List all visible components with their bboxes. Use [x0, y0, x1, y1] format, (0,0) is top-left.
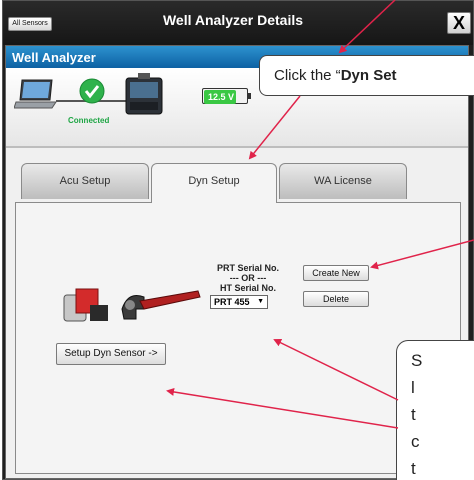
create-new-button[interactable]: Create New [303, 265, 369, 281]
callout-right-line: t [411, 405, 416, 424]
well-analyzer-device-icon [125, 73, 163, 115]
battery-indicator: 12.5 V [202, 88, 252, 106]
tab-dyn-setup[interactable]: Dyn Setup [151, 163, 277, 203]
tab-wa-license[interactable]: WA License [279, 163, 407, 199]
selected-serial: PRT 455 [214, 297, 250, 307]
battery-voltage: 12.5 V [208, 92, 235, 102]
delete-button[interactable]: Delete [303, 291, 369, 307]
callout-right-line: c [411, 432, 420, 451]
connection-status-label: Connected [68, 116, 110, 125]
callout-top-text: Click the “ [274, 67, 341, 84]
well-analyzer-title: Well Analyzer [12, 50, 96, 65]
callout-right-line: S [411, 351, 423, 370]
setup-tabs: Acu Setup Dyn Setup WA License [15, 163, 461, 203]
dyn-sensor-image [63, 288, 201, 322]
callout-right-line: t [411, 459, 416, 478]
serial-label-line-ht: HT Serial No. [219, 283, 276, 293]
serial-label-line-prt: PRT Serial No. [216, 263, 279, 273]
window-title: Well Analyzer Details [162, 12, 304, 28]
battery-terminal [248, 93, 251, 99]
serial-number-select[interactable]: PRT 455 ▼ [210, 295, 268, 309]
all-sensors-button[interactable]: All Sensors [8, 17, 52, 31]
callout-right-line: l [411, 378, 415, 397]
close-button[interactable]: X [447, 12, 471, 34]
check-circle-icon [79, 78, 105, 104]
instruction-callout-top: Click the “Dyn Set [259, 55, 474, 96]
tab-acu-setup[interactable]: Acu Setup [21, 163, 149, 199]
chevron-down-icon: ▼ [257, 298, 264, 305]
serial-number-label: PRT Serial No. --- OR --- HT Serial No. [188, 263, 308, 293]
battery-icon: 12.5 V [202, 88, 248, 104]
setup-dyn-sensor-button[interactable]: Setup Dyn Sensor -> [56, 343, 166, 365]
laptop-icon [14, 79, 57, 109]
instruction-callout-right: S l t c t [396, 340, 474, 480]
callout-top-bold: Dyn Set [340, 67, 397, 84]
serial-label-line-or: --- OR --- [229, 273, 267, 283]
dyn-setup-panel: PRT Serial No. --- OR --- HT Serial No. … [15, 202, 461, 474]
title-bar: All Sensors Well Analyzer Details X [3, 1, 473, 45]
